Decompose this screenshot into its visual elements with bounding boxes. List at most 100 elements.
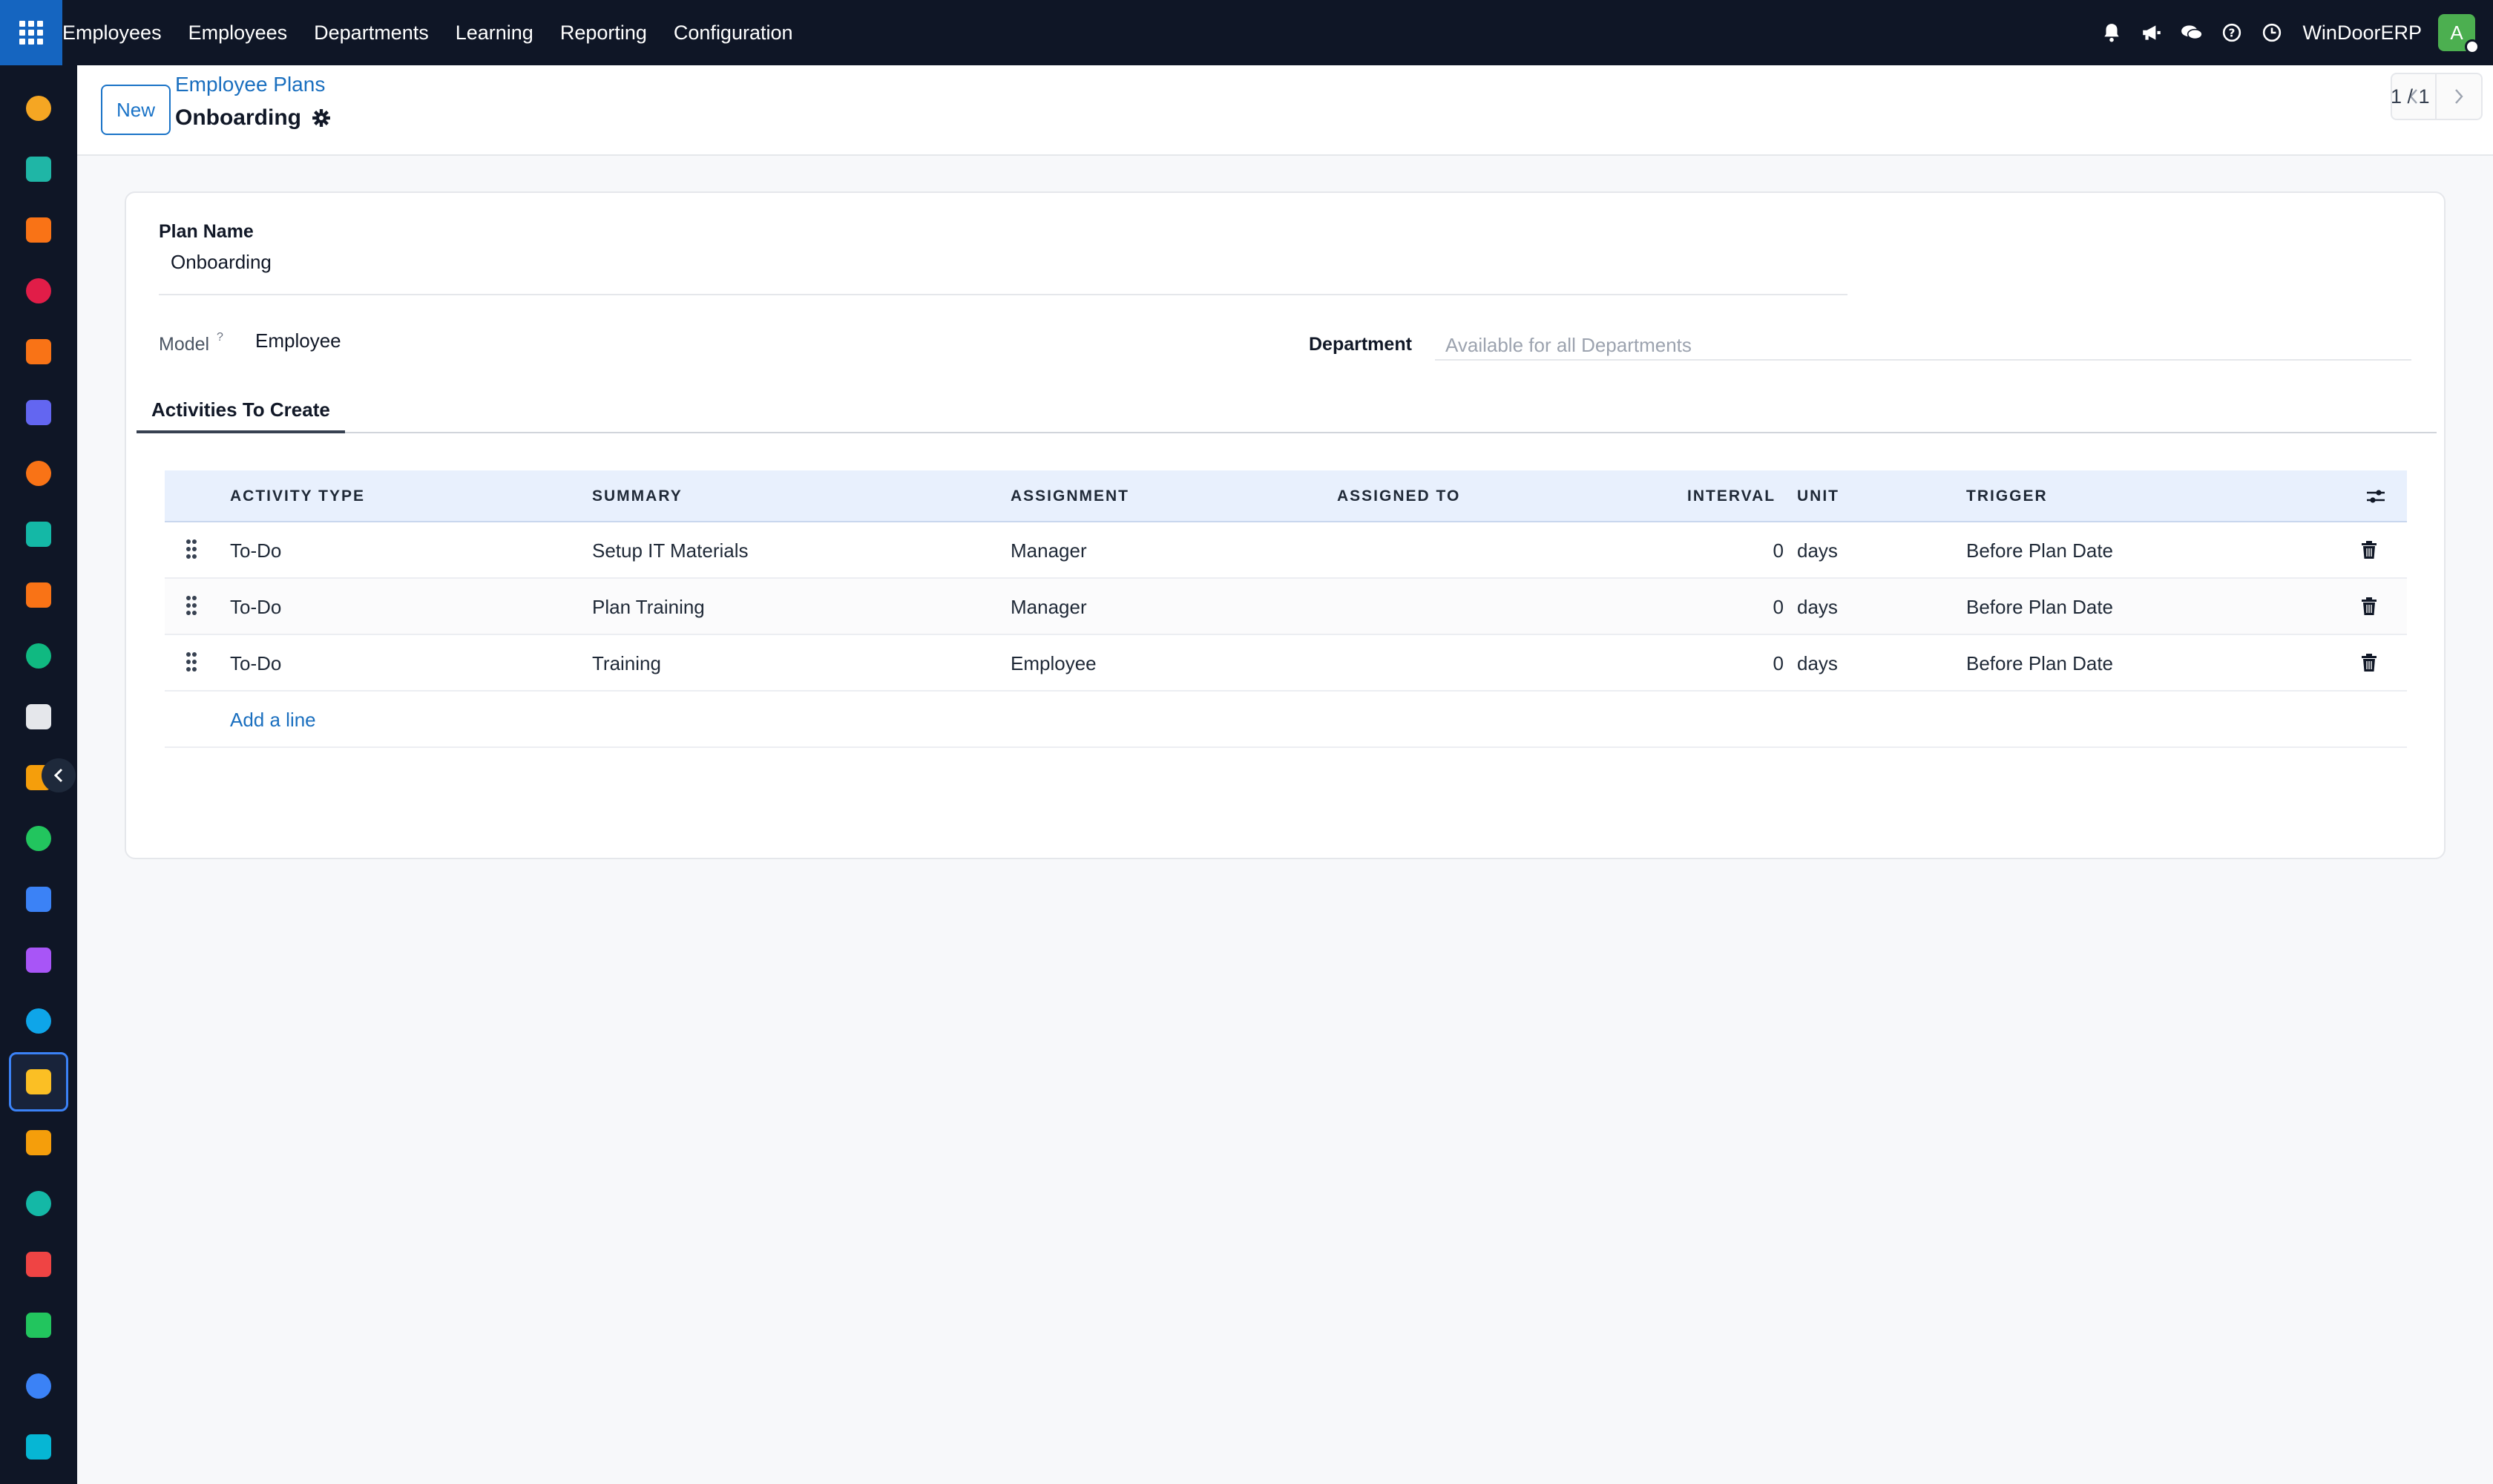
add-a-line-link[interactable]: Add a line: [230, 692, 316, 748]
cell-assignment[interactable]: Employee: [1011, 635, 1097, 692]
sidebar-item-app-reports[interactable]: [9, 200, 68, 260]
breadcrumb-employee-plans[interactable]: Employee Plans: [175, 73, 331, 96]
pager: 1 / 1: [2391, 73, 2483, 120]
cell-assignment[interactable]: Manager: [1011, 522, 1087, 579]
form-sheet: Plan Name Onboarding Model ? Employee De…: [125, 191, 2446, 859]
trash-icon[interactable]: [2361, 597, 2377, 620]
plan-name-input[interactable]: Onboarding: [159, 242, 1847, 295]
col-interval[interactable]: INTERVAL: [1687, 470, 1776, 522]
sidebar-collapse-button[interactable]: [42, 758, 76, 792]
grid-icon: [19, 21, 43, 45]
chat-icon[interactable]: [2172, 0, 2212, 65]
cell-interval[interactable]: 0: [1574, 635, 1784, 692]
menu-reporting[interactable]: Reporting: [547, 0, 660, 65]
table-row[interactable]: To-Do Training Employee 0 days Before Plan Da…: [165, 635, 2407, 692]
pager-next-button[interactable]: [2437, 73, 2483, 120]
col-assignment[interactable]: ASSIGNMENT: [1011, 470, 1129, 522]
cell-unit[interactable]: days: [1797, 522, 1838, 579]
col-summary[interactable]: SUMMARY: [592, 470, 683, 522]
drag-handle-icon[interactable]: [185, 651, 197, 676]
sidebar-item-app-contacts[interactable]: [9, 139, 68, 199]
megaphone-icon[interactable]: [2132, 0, 2172, 65]
cell-summary[interactable]: Setup IT Materials: [592, 522, 749, 579]
control-panel: New Employee Plans Onboarding 1 / 1: [77, 65, 2493, 156]
gear-icon[interactable]: [312, 108, 331, 128]
sidebar-item-app-timer[interactable]: [9, 1356, 68, 1416]
sidebar-item-app-discuss[interactable]: [9, 444, 68, 503]
col-unit[interactable]: UNIT: [1797, 470, 1839, 522]
model-help-icon[interactable]: ?: [217, 331, 223, 344]
app-contacts-icon: [26, 157, 51, 182]
sidebar-item-app-todo[interactable]: [9, 809, 68, 868]
drag-handle-icon[interactable]: [185, 539, 197, 563]
sidebar-item-app-mail[interactable]: [9, 383, 68, 442]
department-input[interactable]: Available for all Departments: [1435, 326, 2411, 361]
sidebar-item-app-box[interactable]: [9, 687, 68, 746]
pager-value[interactable]: 1 / 1: [2391, 85, 2430, 108]
sidebar-item-app-pie[interactable]: [9, 261, 68, 321]
sidebar-item-app-inventory[interactable]: [9, 505, 68, 564]
trash-icon[interactable]: [2361, 540, 2377, 563]
sidebar-item-app-dashboard[interactable]: [9, 1235, 68, 1294]
menu-learning[interactable]: Learning: [442, 0, 547, 65]
company-switcher[interactable]: WinDoorERP: [2292, 22, 2438, 45]
chevron-left-icon: [53, 768, 63, 783]
cell-summary[interactable]: Training: [592, 635, 661, 692]
optional-columns-toggle[interactable]: [2365, 470, 2386, 522]
app-contacts-2-icon: [26, 643, 51, 669]
cell-trigger[interactable]: Before Plan Date: [1966, 635, 2113, 692]
new-button[interactable]: New: [101, 85, 171, 135]
cell-activity-type[interactable]: To-Do: [230, 522, 281, 579]
sidebar-item-app-contacts-2[interactable]: [9, 626, 68, 686]
table-row[interactable]: To-Do Plan Training Manager 0 days Before Pla…: [165, 579, 2407, 635]
sidebar-item-app-whatsapp[interactable]: [9, 1296, 68, 1355]
bell-icon[interactable]: [2092, 0, 2132, 65]
trash-icon[interactable]: [2361, 653, 2377, 676]
col-assigned-to[interactable]: ASSIGNED TO: [1337, 470, 1460, 522]
app-sign-icon: [26, 1191, 51, 1216]
user-avatar[interactable]: A: [2438, 14, 2480, 54]
sidebar-item-app-waves[interactable]: [9, 1417, 68, 1477]
menu-configuration[interactable]: Configuration: [660, 0, 807, 65]
col-activity-type[interactable]: ACTIVITY TYPE: [230, 470, 365, 522]
table-row[interactable]: To-Do Setup IT Materials Manager 0 days Befor…: [165, 522, 2407, 579]
menu-employees[interactable]: Employees: [175, 0, 301, 65]
menu-departments[interactable]: Departments: [300, 0, 442, 65]
sidebar-item-app-invoice[interactable]: [9, 991, 68, 1051]
sidebar-item-app-chat[interactable]: [9, 322, 68, 381]
cell-unit[interactable]: days: [1797, 635, 1838, 692]
systray: ? WinDoorERP A: [2092, 0, 2493, 65]
model-label: Model: [159, 334, 210, 355]
chevron-right-icon: [2455, 89, 2463, 104]
sidebar-item-app-sign[interactable]: [9, 1174, 68, 1233]
cell-activity-type[interactable]: To-Do: [230, 635, 281, 692]
menu-brand-employees[interactable]: Employees: [62, 0, 175, 65]
department-label: Department: [1309, 334, 1412, 355]
sidebar-item-app-employees[interactable]: [9, 1052, 68, 1112]
sidebar-item-app-sales[interactable]: [9, 565, 68, 625]
app-waves-icon: [26, 1434, 51, 1460]
cell-interval[interactable]: 0: [1574, 522, 1784, 579]
sidebar-item-app-products[interactable]: [9, 930, 68, 990]
app-menu-button[interactable]: [0, 0, 62, 65]
app-1-icon: [26, 96, 51, 121]
cell-trigger[interactable]: Before Plan Date: [1966, 579, 2113, 635]
record-title: Onboarding: [175, 105, 301, 130]
col-trigger[interactable]: TRIGGER: [1966, 470, 2048, 522]
app-todo-icon: [26, 826, 51, 851]
cell-activity-type[interactable]: To-Do: [230, 579, 281, 635]
sidebar-item-app-1[interactable]: [9, 79, 68, 138]
tab-activities-to-create[interactable]: Activities To Create: [137, 389, 345, 433]
help-icon[interactable]: ?: [2212, 0, 2252, 65]
drag-handle-icon[interactable]: [185, 595, 197, 620]
app-timer-icon: [26, 1373, 51, 1399]
cell-trigger[interactable]: Before Plan Date: [1966, 522, 2113, 579]
cell-summary[interactable]: Plan Training: [592, 579, 705, 635]
cell-assignment[interactable]: Manager: [1011, 579, 1087, 635]
clock-icon[interactable]: [2252, 0, 2292, 65]
sidebar-item-app-calendar[interactable]: [9, 1113, 68, 1172]
sidebar-item-app-knowledge[interactable]: [9, 870, 68, 929]
app-whatsapp-icon: [26, 1313, 51, 1338]
cell-unit[interactable]: days: [1797, 579, 1838, 635]
cell-interval[interactable]: 0: [1574, 579, 1784, 635]
